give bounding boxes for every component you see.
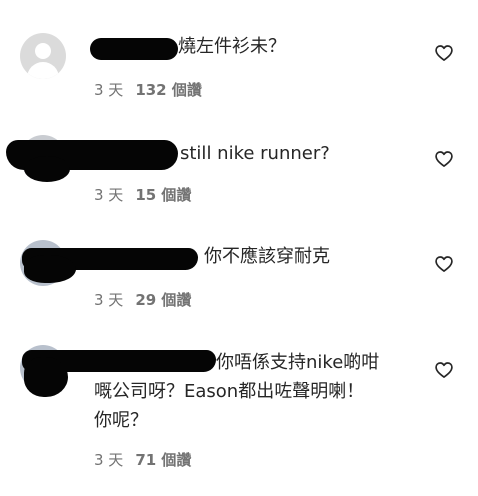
comment-meta: 3 天 29 個讚 (94, 290, 191, 310)
avatar[interactable] (20, 33, 66, 79)
redacted-username (90, 38, 178, 60)
like-count[interactable]: 132 個讚 (135, 81, 202, 99)
comment-meta: 3 天 15 個讚 (94, 185, 191, 205)
redacted-avatar-mark (24, 357, 68, 397)
comment-age: 3 天 (94, 291, 124, 309)
comment-age: 3 天 (94, 186, 124, 204)
comment-text: 你唔係支持nike啲咁 嘅公司呀？Eason都出咗聲明喇！ 你呢？ (94, 352, 380, 431)
heart-outline-icon[interactable] (434, 360, 454, 380)
like-count[interactable]: 15 個讚 (135, 186, 191, 204)
comment-meta: 3 天 71 個讚 (94, 450, 191, 470)
comment-item: 你唔係支持nike啲咁 嘅公司呀？Eason都出咗聲明喇！ 你呢？ 3 天 71 … (0, 325, 478, 496)
comment-item: 你不應該穿耐克 3 天 29 個讚 (0, 215, 478, 325)
comment-age: 3 天 (94, 81, 124, 99)
comment-item: 燒左件衫未？ 3 天 132 個讚 (0, 0, 478, 110)
comment-text: 你不應該穿耐克 (204, 246, 330, 267)
comment-text: 燒左件衫未？ (178, 36, 286, 57)
heart-outline-icon[interactable] (434, 254, 454, 274)
heart-outline-icon[interactable] (434, 149, 454, 169)
comment-age: 3 天 (94, 451, 124, 469)
comment-meta: 3 天 132 個讚 (94, 80, 202, 100)
redacted-avatar-mark (24, 255, 76, 283)
like-count[interactable]: 71 個讚 (135, 451, 191, 469)
redacted-avatar-mark (24, 156, 70, 182)
heart-outline-icon[interactable] (434, 43, 454, 63)
comment-item: still nike runner? 3 天 15 個讚 (0, 110, 478, 215)
comment-text: still nike runner? (180, 143, 330, 164)
like-count[interactable]: 29 個讚 (135, 291, 191, 309)
